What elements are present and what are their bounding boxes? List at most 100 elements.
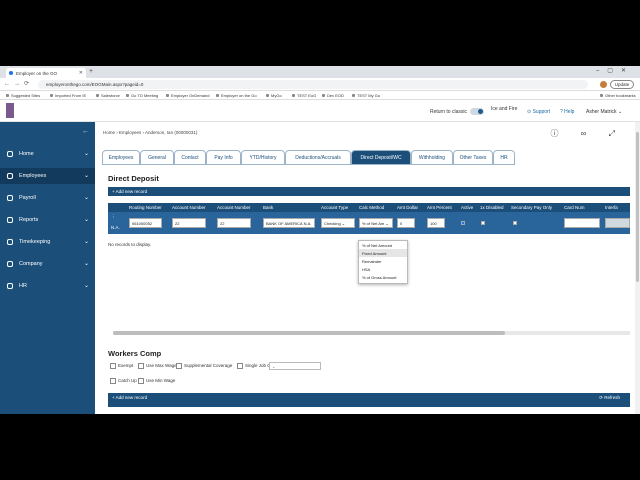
account-number-input[interactable]: 22 bbox=[172, 218, 206, 228]
url-field[interactable]: employeronthego.com/EOGMain.aspx?pageid=… bbox=[38, 80, 588, 89]
wc-add-record-label: Add new record bbox=[115, 395, 148, 400]
collapse-sidebar-icon[interactable]: ← bbox=[82, 128, 89, 135]
workers-comp-title: Workers Comp bbox=[108, 349, 162, 358]
bookmark-item[interactable]: Employer on the Go bbox=[216, 93, 257, 98]
tab-ytd-history[interactable]: YTD/History bbox=[241, 150, 285, 165]
breadcrumb-home[interactable]: Home bbox=[103, 130, 115, 135]
bookmark-item[interactable]: TEST My Go bbox=[352, 93, 380, 98]
bank-input[interactable]: BANK OF AMERICA N.A. bbox=[263, 218, 315, 228]
bookmark-item[interactable]: Imported From IE bbox=[50, 93, 86, 98]
supplemental-coverage-checkbox[interactable]: Supplemental Coverage bbox=[176, 363, 232, 369]
user-name: Asher Matrick bbox=[586, 109, 617, 115]
sidebar-item-employees[interactable]: Employees ⌄ bbox=[0, 168, 95, 184]
chevron-down-icon: ⌄ bbox=[83, 283, 89, 289]
breadcrumb-employees[interactable]: Employees bbox=[119, 130, 141, 135]
clock-icon bbox=[7, 239, 13, 245]
amt-dollar-input[interactable]: 0 bbox=[397, 218, 415, 228]
routing-number-input[interactable]: 061000052 bbox=[129, 218, 162, 228]
column-header[interactable]: Account Number bbox=[217, 205, 251, 210]
account-number-confirm-input[interactable]: 22 bbox=[217, 218, 251, 228]
calc-option[interactable]: % of Net Amount bbox=[359, 241, 407, 249]
calc-option[interactable]: HSA bbox=[359, 265, 407, 273]
column-header[interactable]: Account Type bbox=[321, 205, 348, 210]
sidebar-item-hr[interactable]: HR ⌄ bbox=[0, 278, 95, 294]
column-header[interactable]: Amt Dollar bbox=[397, 205, 418, 210]
bookmark-item[interactable]: Go TO Meeting bbox=[126, 93, 158, 98]
refresh-button[interactable]: ⟳ Refresh bbox=[599, 395, 620, 401]
bookmark-item[interactable]: Employer OnDemand bbox=[166, 93, 209, 98]
tab-withholding[interactable]: Withholding bbox=[411, 150, 453, 165]
column-header[interactable]: Account Number bbox=[172, 205, 206, 210]
onex-disabled-checkbox[interactable] bbox=[481, 221, 485, 225]
company-name[interactable]: Ice and Fire bbox=[491, 106, 517, 112]
classic-toggle[interactable] bbox=[470, 108, 484, 115]
close-tab-icon[interactable]: ✕ bbox=[79, 70, 83, 76]
column-header[interactable]: Calc Method bbox=[359, 205, 384, 210]
column-header[interactable]: Active bbox=[461, 205, 473, 210]
update-button[interactable]: Update bbox=[610, 80, 634, 89]
sidebar-item-home[interactable]: Home ⌄ bbox=[0, 146, 95, 162]
active-checkbox[interactable] bbox=[461, 221, 465, 225]
tab-employees[interactable]: Employees bbox=[102, 150, 140, 165]
column-header[interactable]: Interfa bbox=[605, 205, 618, 210]
reports-icon bbox=[7, 217, 13, 223]
card-num-input[interactable] bbox=[564, 218, 600, 228]
window-controls-icon[interactable]: –▢✕ bbox=[596, 67, 634, 74]
tab-contact[interactable]: Contact bbox=[174, 150, 206, 165]
wc-add-record-button[interactable]: + Add new record bbox=[112, 395, 147, 400]
tab-hr[interactable]: HR bbox=[493, 150, 515, 165]
direct-deposit-toolbar: + Add new record bbox=[108, 187, 630, 196]
use-min-wage-checkbox[interactable]: Use Min Wage bbox=[138, 378, 175, 384]
column-header[interactable]: Card Num bbox=[564, 205, 585, 210]
tab-general[interactable]: General bbox=[140, 150, 174, 165]
scrollbar-thumb[interactable] bbox=[636, 132, 639, 282]
column-header[interactable]: Routing Number bbox=[129, 205, 162, 210]
calc-option[interactable]: Fixed Amount bbox=[359, 249, 407, 257]
calc-option[interactable]: Remainder bbox=[359, 257, 407, 265]
calc-option[interactable]: % of Gross Amount bbox=[359, 273, 407, 281]
row-cancel-icon[interactable]: N.A. bbox=[111, 225, 120, 230]
account-type-select[interactable]: Checking ⌄ bbox=[321, 218, 355, 228]
bookmark-item[interactable]: Salesforce bbox=[96, 93, 120, 98]
help-link[interactable]: ? Help bbox=[560, 109, 574, 115]
bookmark-item[interactable]: Dev EOD bbox=[322, 93, 344, 98]
tab-pay-info[interactable]: Pay Info bbox=[206, 150, 241, 165]
scrollbar-thumb[interactable] bbox=[113, 331, 505, 335]
new-tab-icon[interactable]: + bbox=[89, 68, 93, 75]
horizontal-scrollbar[interactable] bbox=[113, 331, 630, 335]
bookmarks-bar: Suggested Sites Imported From IE Salesfo… bbox=[0, 91, 640, 100]
user-menu[interactable]: Asher Matrick ⌄ bbox=[586, 109, 622, 115]
sidebar-item-timekeeping[interactable]: Timekeeping ⌄ bbox=[0, 234, 95, 250]
column-header[interactable]: Secondary Pay Only bbox=[511, 205, 552, 210]
chevron-down-icon: ⌄ bbox=[83, 173, 89, 179]
single-job-class-select[interactable]: ⌄ bbox=[269, 362, 321, 370]
column-header[interactable]: Bank bbox=[263, 205, 273, 210]
sidebar-item-payroll[interactable]: Payroll ⌄ bbox=[0, 190, 95, 206]
browser-tab[interactable]: Employer on the GO ✕ bbox=[6, 68, 86, 78]
tab-other-taxes[interactable]: Other Taxes bbox=[453, 150, 493, 165]
bookmark-item[interactable]: MyGo bbox=[266, 93, 282, 98]
sidebar-item-reports[interactable]: Reports ⌄ bbox=[0, 212, 95, 228]
exempt-checkbox[interactable]: Exempt bbox=[110, 363, 133, 369]
bookmark-item[interactable]: Suggested Sites bbox=[6, 93, 40, 98]
bookmark-item[interactable]: Other bookmarks bbox=[600, 93, 636, 98]
sidebar-item-company[interactable]: Company ⌄ bbox=[0, 256, 95, 272]
column-header[interactable]: 1x Disabled bbox=[480, 205, 504, 210]
vertical-scrollbar[interactable] bbox=[635, 122, 640, 414]
tab-direct-deposit-wc[interactable]: Direct Deposit/WC bbox=[351, 150, 411, 165]
secondary-pay-only-checkbox[interactable] bbox=[513, 221, 517, 225]
tab-deductions-accruals[interactable]: Deductions/Accruals bbox=[285, 150, 351, 165]
interface-input[interactable] bbox=[605, 218, 630, 228]
calc-method-select[interactable]: % of Net Am ⌄ bbox=[359, 218, 393, 228]
amt-percent-input[interactable]: 100 bbox=[427, 218, 445, 228]
navigation-icons[interactable]: ←→⟳ bbox=[4, 80, 33, 87]
add-record-button[interactable]: + Add new record bbox=[112, 189, 147, 194]
catch-up-checkbox[interactable]: Catch Up bbox=[110, 378, 137, 384]
row-menu-icon[interactable]: ⋮ bbox=[111, 214, 116, 220]
use-max-wage-checkbox[interactable]: Use Max Wage bbox=[138, 363, 177, 369]
bookmark-item[interactable]: TEST EoG bbox=[292, 93, 316, 98]
profile-avatar[interactable] bbox=[600, 81, 607, 88]
support-link[interactable]: ⊙ Support bbox=[527, 109, 550, 115]
column-header[interactable]: Amt Percent bbox=[427, 205, 452, 210]
header-action-icons[interactable]: ⓘ ∞ ⤢ bbox=[550, 128, 625, 139]
